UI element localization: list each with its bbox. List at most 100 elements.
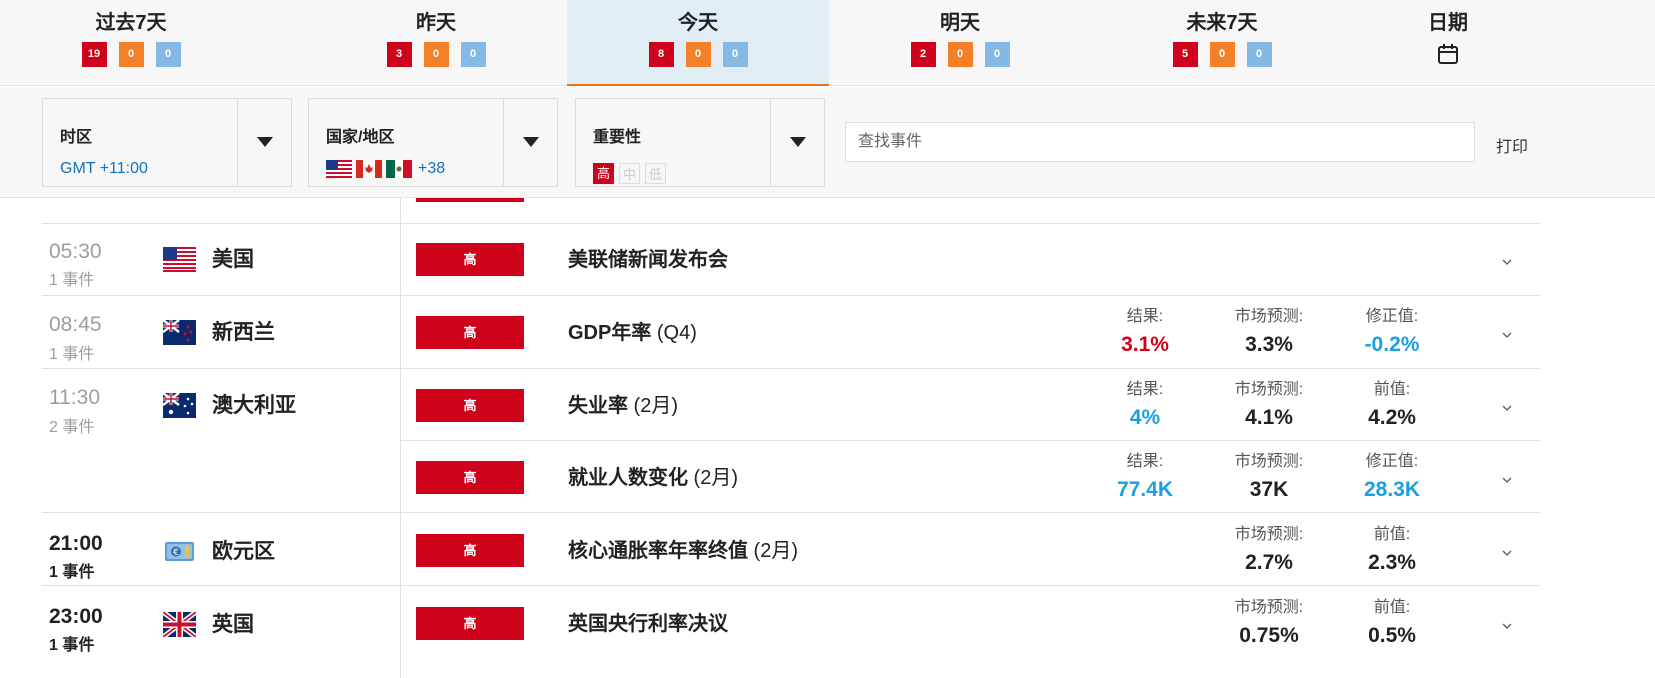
stat-value: 3.1% (1121, 333, 1169, 356)
stat-label: 市场预测: (1234, 599, 1304, 616)
stat-value: 3.3% (1245, 333, 1293, 356)
caret-down-icon[interactable] (503, 99, 557, 186)
stat-revised: 修正值: 28.3K (1322, 452, 1462, 502)
tab-label: 过去7天 (95, 12, 167, 34)
tab-yesterday[interactable]: 昨天 3 0 0 (305, 0, 567, 86)
stat-label: 市场预测: (1234, 308, 1304, 325)
row-divider (42, 223, 1540, 224)
event-counts: 5 0 0 (1091, 42, 1353, 67)
stat-forecast: 市场预测: 37K (1199, 452, 1339, 502)
filter-title: 时区 (60, 129, 93, 146)
chevron-down-icon[interactable] (1499, 257, 1515, 267)
importance-tag: 高 (416, 534, 524, 567)
importance-mid-toggle[interactable]: 中 (619, 163, 640, 184)
tab-date-picker[interactable]: 日期 (1388, 0, 1508, 86)
event-period: (Q4) (651, 322, 697, 344)
high-count-badge: 3 (386, 42, 412, 67)
tab-next-7-days[interactable]: 未来7天 5 0 0 (1091, 0, 1353, 86)
day-tabs: 过去7天 19 0 0 昨天 3 0 0 今天 8 0 0 明天 2 0 0 未… (0, 0, 1655, 86)
tab-today[interactable]: 今天 8 0 0 (567, 0, 829, 86)
event-count: 1 事件 (49, 346, 95, 363)
column-divider (400, 198, 401, 678)
stat-previous: 前值: 4.2% (1322, 380, 1462, 430)
stat-value: 37K (1249, 478, 1289, 501)
us-flag-icon (326, 160, 352, 178)
more-countries-count: +38 (418, 160, 446, 177)
mexico-flag-icon (386, 160, 412, 178)
stat-label: 前值: (1373, 599, 1411, 616)
event-time: 11:30 (49, 386, 100, 409)
stat-label: 前值: (1373, 526, 1411, 543)
stat-label: 结果: (1126, 308, 1164, 325)
us-flag-icon (163, 247, 196, 272)
event-counts: 8 0 0 (567, 42, 829, 67)
canada-flag-icon (356, 160, 382, 178)
high-count-badge: 5 (1172, 42, 1198, 67)
importance-high-toggle[interactable]: 高 (593, 163, 614, 184)
tab-past-7-days[interactable]: 过去7天 19 0 0 (0, 0, 262, 86)
event-search-input[interactable] (845, 122, 1475, 162)
country-name: 欧元区 (212, 540, 275, 563)
event-name[interactable]: GDP年率 (Q4) (568, 319, 697, 347)
stat-value: 28.3K (1363, 478, 1421, 501)
row-divider (42, 295, 1540, 296)
tab-tomorrow[interactable]: 明天 2 0 0 (829, 0, 1091, 86)
importance-tag: 高 (416, 316, 524, 349)
stat-value: 4.1% (1245, 406, 1293, 429)
stat-value: 0.75% (1239, 624, 1299, 647)
stat-forecast: 市场预测: 4.1% (1199, 380, 1339, 430)
caret-down-icon[interactable] (770, 99, 824, 186)
country-name: 英国 (212, 613, 254, 636)
event-name[interactable]: 美联储新闻发布会 (568, 246, 728, 274)
chevron-down-icon[interactable] (1499, 403, 1515, 413)
event-count: 1 事件 (49, 564, 95, 581)
event-title: 美联储新闻发布会 (568, 249, 728, 271)
event-count: 2 事件 (49, 419, 95, 436)
importance-levels: 高 中 低 (593, 163, 666, 184)
chevron-down-icon[interactable] (1499, 330, 1515, 340)
filter-title: 重要性 (593, 129, 642, 146)
country-name: 新西兰 (212, 321, 275, 344)
stat-revised: 修正值: -0.2% (1322, 307, 1462, 357)
caret-down-icon[interactable] (237, 99, 291, 186)
event-time: 23:00 (49, 605, 103, 628)
event-title: 就业人数变化 (568, 467, 688, 489)
high-count-badge: 19 (81, 42, 107, 67)
stat-label: 市场预测: (1234, 526, 1304, 543)
event-period: (2月) (688, 467, 738, 489)
filter-title: 国家/地区 (326, 129, 395, 146)
event-name[interactable]: 就业人数变化 (2月) (568, 464, 738, 492)
high-count-badge: 2 (910, 42, 936, 67)
chevron-down-icon[interactable] (1499, 475, 1515, 485)
stat-forecast: 市场预测: 0.75% (1199, 598, 1339, 648)
print-button[interactable]: 打印 (1496, 133, 1528, 157)
importance-select[interactable]: 重要性 高 中 低 (575, 98, 825, 187)
event-name[interactable]: 失业率 (2月) (568, 392, 678, 420)
chevron-down-icon[interactable] (1499, 621, 1515, 631)
stat-previous: 前值: 0.5% (1322, 598, 1462, 648)
row-divider (42, 585, 1540, 586)
timezone-select[interactable]: 时区 GMT +11:00 (42, 98, 292, 187)
event-name[interactable]: 英国央行利率决议 (568, 610, 728, 638)
stat-previous: 前值: 2.3% (1322, 525, 1462, 575)
stat-forecast: 市场预测: 3.3% (1199, 307, 1339, 357)
mid-count-badge: 0 (1209, 42, 1235, 67)
low-count-badge: 0 (155, 42, 181, 67)
low-count-badge: 0 (984, 42, 1010, 67)
importance-tag: 高 (416, 389, 524, 422)
event-count: 1 事件 (49, 637, 95, 654)
importance-low-toggle[interactable]: 低 (645, 163, 666, 184)
importance-tag: 高 (416, 607, 524, 640)
mid-count-badge: 0 (423, 42, 449, 67)
stat-label: 结果: (1126, 381, 1164, 398)
euro-banknote-icon: € (165, 542, 194, 561)
event-period: (2月) (628, 395, 678, 417)
event-counts: 3 0 0 (305, 42, 567, 67)
event-period: (2月) (748, 540, 798, 562)
chevron-down-icon[interactable] (1499, 548, 1515, 558)
event-name[interactable]: 核心通胀率年率终值 (2月) (568, 537, 798, 565)
country-select[interactable]: 国家/地区 +38 (308, 98, 558, 187)
row-divider (42, 512, 1540, 513)
event-counts: 19 0 0 (0, 42, 262, 67)
tab-label: 今天 (678, 12, 718, 34)
